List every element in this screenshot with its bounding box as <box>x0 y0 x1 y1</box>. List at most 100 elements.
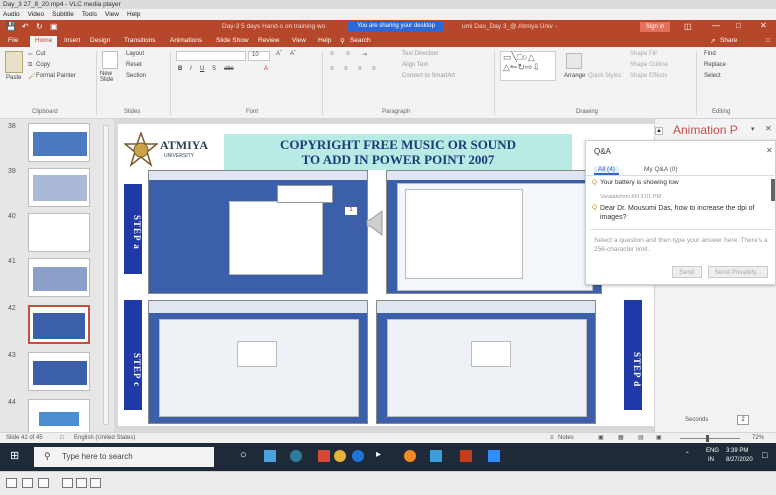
tab-design[interactable]: Design <box>90 37 110 44</box>
tab-search[interactable]: Search <box>350 37 371 44</box>
photos-icon[interactable] <box>430 450 442 462</box>
font-size-dropdown[interactable]: 10 <box>248 51 270 61</box>
vlc-taskbar-icon[interactable] <box>404 450 416 462</box>
reset-button[interactable]: Reset <box>126 62 142 68</box>
seconds-field[interactable]: 2 <box>737 415 749 425</box>
paste-icon[interactable] <box>5 51 23 73</box>
shapes-gallery[interactable]: ▭╲□○△ △↼↻⇨⇩ <box>500 51 556 81</box>
italic-icon[interactable]: I <box>190 66 192 72</box>
convert-smartart-button[interactable]: Convert to SmartArt <box>402 73 455 79</box>
new-slide-button[interactable]: New Slide <box>100 71 124 83</box>
vlc-frame-button[interactable] <box>62 478 73 488</box>
taskbar-search-input[interactable]: Type here to search <box>34 447 214 467</box>
vlc-snapshot-button[interactable] <box>22 478 33 488</box>
vlc-menu-video[interactable]: Video <box>28 9 45 20</box>
pane-close-icon[interactable]: ✕ <box>765 124 772 133</box>
shape-fill-button[interactable]: Shape Fill <box>630 51 657 57</box>
vlc-shuffle-button[interactable] <box>76 478 87 488</box>
vlc-extended-button[interactable] <box>90 478 101 488</box>
media-icon[interactable]: ▸ <box>376 449 381 460</box>
underline-icon[interactable]: U <box>200 66 204 72</box>
tab-insert[interactable]: Insert <box>64 37 80 44</box>
chrome-icon[interactable] <box>334 450 346 462</box>
new-slide-icon[interactable] <box>102 51 118 69</box>
shape-effects-button[interactable]: Shape Effects <box>630 73 667 79</box>
qa-close-icon[interactable]: ✕ <box>766 146 773 155</box>
copy-button[interactable]: Copy <box>36 62 50 68</box>
paste-button[interactable]: Paste <box>6 75 21 81</box>
format-painter-button[interactable]: Format Painter <box>36 73 76 79</box>
tray-chevron-icon[interactable]: ˆ <box>686 451 689 460</box>
save-icon[interactable]: 💾 <box>6 22 16 31</box>
tab-review[interactable]: Review <box>258 37 279 44</box>
minimize-icon[interactable]: — <box>712 21 720 30</box>
qa-answer-input[interactable]: Select a question and then type your ans… <box>590 229 773 255</box>
app-icon[interactable] <box>318 450 330 462</box>
font-color-icon[interactable]: A <box>264 66 268 72</box>
vlc-loop-button[interactable] <box>38 478 49 488</box>
qa-send-button[interactable]: Send <box>672 266 702 278</box>
reading-view-icon[interactable]: ▤ <box>638 433 644 443</box>
edge-icon[interactable] <box>290 450 302 462</box>
task-view-icon[interactable]: ○ <box>240 449 247 461</box>
input-region[interactable]: IN <box>708 457 714 463</box>
arrange-button[interactable]: Arrange <box>564 73 585 79</box>
zoom-slider[interactable] <box>680 438 740 439</box>
normal-view-icon[interactable]: ▣ <box>598 433 604 443</box>
tab-slide-show[interactable]: Slide Show <box>216 37 249 44</box>
slide-canvas[interactable]: ATMIYA UNIVERSITY COPYRIGHT FREE MUSIC O… <box>118 124 656 426</box>
font-name-dropdown[interactable] <box>176 51 246 61</box>
slide-thumbnail[interactable] <box>28 352 90 391</box>
vlc-menu-tools[interactable]: Tools <box>82 9 97 20</box>
vlc-menu-audio[interactable]: Audio <box>3 9 20 20</box>
grow-font-icon[interactable]: Aˆ <box>276 51 282 57</box>
ribbon-display-icon[interactable]: ◫ <box>684 22 692 31</box>
pane-dropdown-icon[interactable]: ▾ <box>751 125 755 133</box>
language-status[interactable]: English (United States) <box>74 433 135 443</box>
clock-date[interactable]: 8/27/2020 <box>726 457 753 463</box>
select-button[interactable]: Select <box>704 73 721 79</box>
share-button[interactable]: Share <box>720 37 737 44</box>
section-button[interactable]: Section <box>126 73 146 79</box>
qa-question-text[interactable]: Dear Dr. Mousumi Das, how to increase th… <box>600 204 768 222</box>
present-icon[interactable]: ▣ <box>50 22 58 31</box>
layout-button[interactable]: Layout <box>126 51 144 57</box>
tab-view[interactable]: View <box>292 37 306 44</box>
indent-icon[interactable]: ⇥ <box>362 51 367 58</box>
bullets-icon[interactable]: ≡ <box>330 51 334 57</box>
notifications-icon[interactable]: □ <box>762 450 767 460</box>
vlc-menu-subtitle[interactable]: Subtitle <box>52 9 74 20</box>
align-left-icon[interactable]: ≡ <box>330 66 334 72</box>
windows-start-icon[interactable]: ⊞ <box>10 449 19 462</box>
slide-sorter-icon[interactable]: ▦ <box>618 433 624 443</box>
bold-icon[interactable]: B <box>178 66 182 72</box>
slide-thumbnail[interactable] <box>28 213 90 252</box>
shape-outline-button[interactable]: Shape Outline <box>630 62 668 68</box>
numbering-icon[interactable]: ≡ <box>346 51 350 57</box>
qa-scrollbar[interactable] <box>771 179 775 201</box>
replace-button[interactable]: Replace <box>704 62 726 68</box>
strikethrough-icon[interactable]: abc <box>224 66 234 72</box>
arrange-icon[interactable] <box>566 53 582 69</box>
slideshow-icon[interactable]: ▣ <box>656 433 662 443</box>
tab-animations[interactable]: Animations <box>170 37 202 44</box>
sign-in-button[interactable]: Sign in <box>640 22 670 32</box>
undo-icon[interactable]: ↶ <box>22 22 29 31</box>
shadow-icon[interactable]: S <box>212 66 216 72</box>
text-direction-button[interactable]: Text Direction <box>402 51 438 57</box>
vlc-menu-help[interactable]: Help <box>127 9 140 20</box>
quick-styles-button[interactable]: Quick Styles <box>588 73 621 79</box>
close-icon[interactable]: ✕ <box>760 21 767 30</box>
align-right-icon[interactable]: ≡ <box>358 66 362 72</box>
zoom-app-icon[interactable] <box>488 450 500 462</box>
spellcheck-icon[interactable]: □ <box>60 433 64 443</box>
tab-file[interactable]: File <box>8 37 18 44</box>
clock-time[interactable]: 3:39 PM <box>726 448 748 454</box>
zoom-slider-thumb[interactable] <box>706 435 709 442</box>
tab-transitions[interactable]: Transitions <box>124 37 156 44</box>
redo-icon[interactable]: ↻ <box>36 22 43 31</box>
slide-thumbnail-selected[interactable] <box>28 305 90 344</box>
qa-tab-mine[interactable]: My Q&A (0) <box>644 166 678 173</box>
qa-tab-all[interactable]: All (4) <box>594 166 619 175</box>
justify-icon[interactable]: ≡ <box>372 66 376 72</box>
